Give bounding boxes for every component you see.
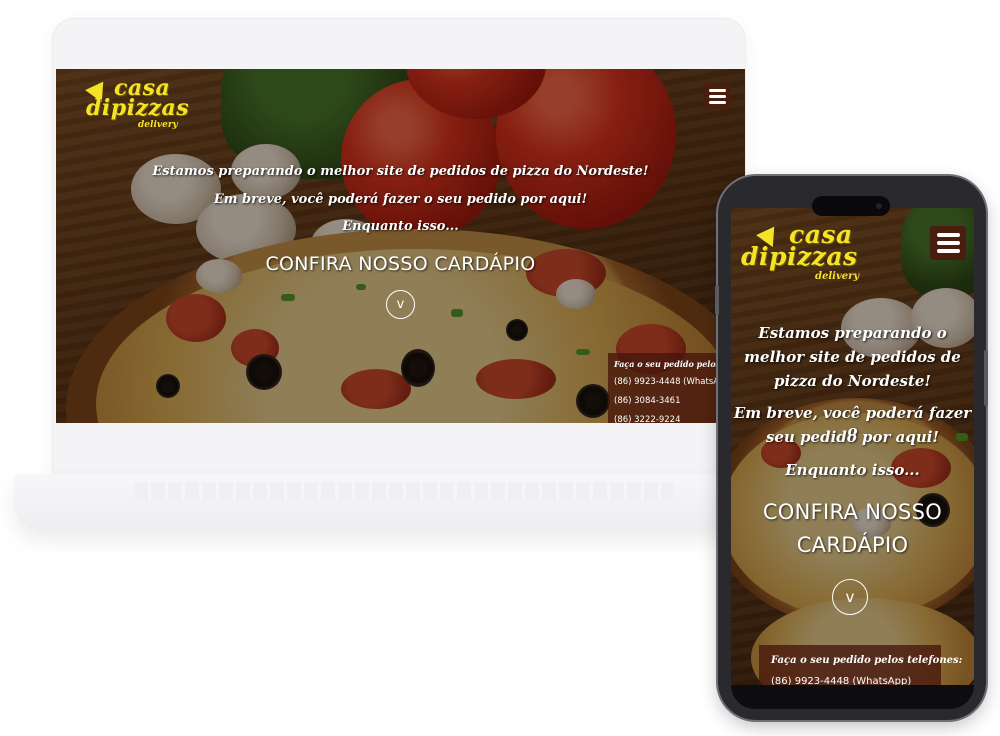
- mobile-hamburger-menu-icon[interactable]: [930, 226, 966, 260]
- logo-line-3: delivery: [138, 120, 178, 130]
- mobile-phone-numbers-box: Faça o seu pedido pelos telefones: (86) …: [759, 645, 963, 685]
- phone-bezel-bottom: [731, 685, 974, 709]
- mobile-chevron-down-icon[interactable]: v: [832, 579, 868, 615]
- laptop-base: [14, 474, 774, 530]
- chevron-down-icon[interactable]: v: [386, 290, 415, 319]
- phone-screen: casa dipizzas delivery Estamos preparand…: [731, 208, 974, 685]
- mobile-logo-line-2: dipizzas: [741, 242, 858, 271]
- mobile-tagline-6: Enquanto isso...: [785, 461, 920, 479]
- mobile-cta-line-2[interactable]: CARDÁPIO: [731, 533, 974, 557]
- hero-tagline-3: Enquanto isso...: [342, 219, 459, 234]
- hero-tagline-2: Em breve, você poderá fazer o seu pedido…: [213, 192, 588, 207]
- laptop-screen: casa dipizzas delivery Estamos preparand…: [56, 69, 745, 423]
- phone-side-button: [984, 350, 988, 406]
- mobile-tagline-2: melhor site de pedidos de: [744, 348, 961, 366]
- hero-tagline-1: Estamos preparando o melhor site de pedi…: [152, 164, 649, 179]
- brand-logo[interactable]: casa dipizzas delivery: [85, 77, 196, 133]
- phone-volume-button: [715, 285, 719, 315]
- mobile-cta-line-1[interactable]: CONFIRA NOSSO: [731, 500, 974, 524]
- hamburger-menu-icon[interactable]: [704, 83, 730, 109]
- mobile-phone-number-1[interactable]: (86) 9923-4448 (WhatsApp): [771, 676, 941, 685]
- mobile-tagline-5: seu pedido por aqui!: [765, 428, 940, 446]
- logo-line-2: dipizzas: [86, 95, 190, 121]
- mobile-phones-title: Faça o seu pedido pelos telefones:: [771, 655, 963, 666]
- mobile-tagline-3: pizza do Nordeste!: [773, 372, 932, 390]
- phone-camera-icon: [876, 203, 882, 209]
- mobile-tagline-1: Estamos preparando o: [758, 324, 947, 342]
- menu-cta-link[interactable]: CONFIRA NOSSO CARDÁPIO: [56, 253, 745, 275]
- mobile-logo-line-3: delivery: [815, 271, 860, 282]
- laptop-keyboard: [134, 482, 674, 500]
- mobile-brand-logo[interactable]: casa dipizzas delivery: [739, 222, 869, 284]
